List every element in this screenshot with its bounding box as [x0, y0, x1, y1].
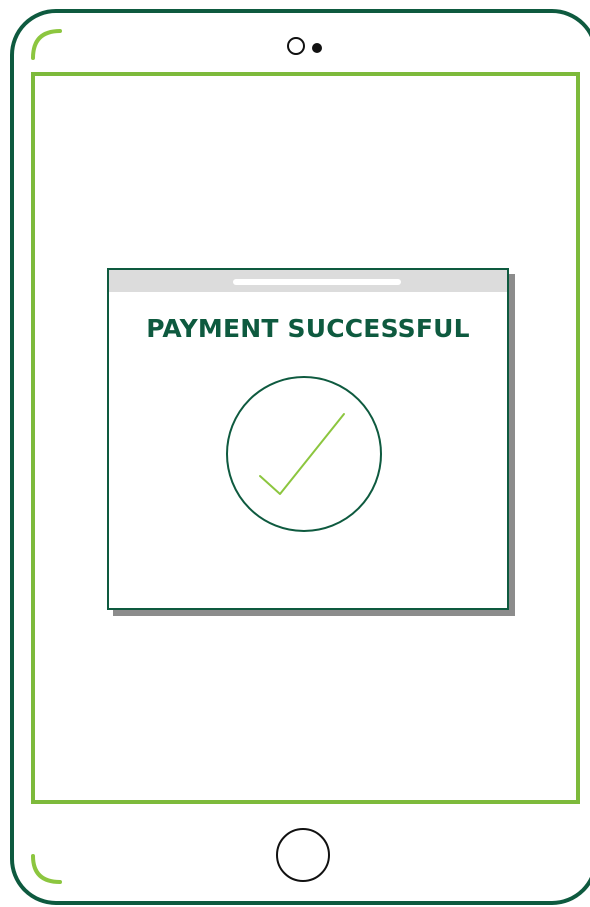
dialog-title: PAYMENT SUCCESSFUL [146, 314, 470, 343]
dialog-title-bar [109, 270, 507, 292]
payment-success-dialog: PAYMENT SUCCESSFUL [107, 268, 509, 610]
check-circle-icon [226, 376, 382, 532]
sensor-icon [312, 43, 322, 53]
dialog-bar-slot [233, 279, 401, 285]
home-button-icon[interactable] [276, 828, 330, 882]
checkmark-icon [259, 413, 345, 495]
